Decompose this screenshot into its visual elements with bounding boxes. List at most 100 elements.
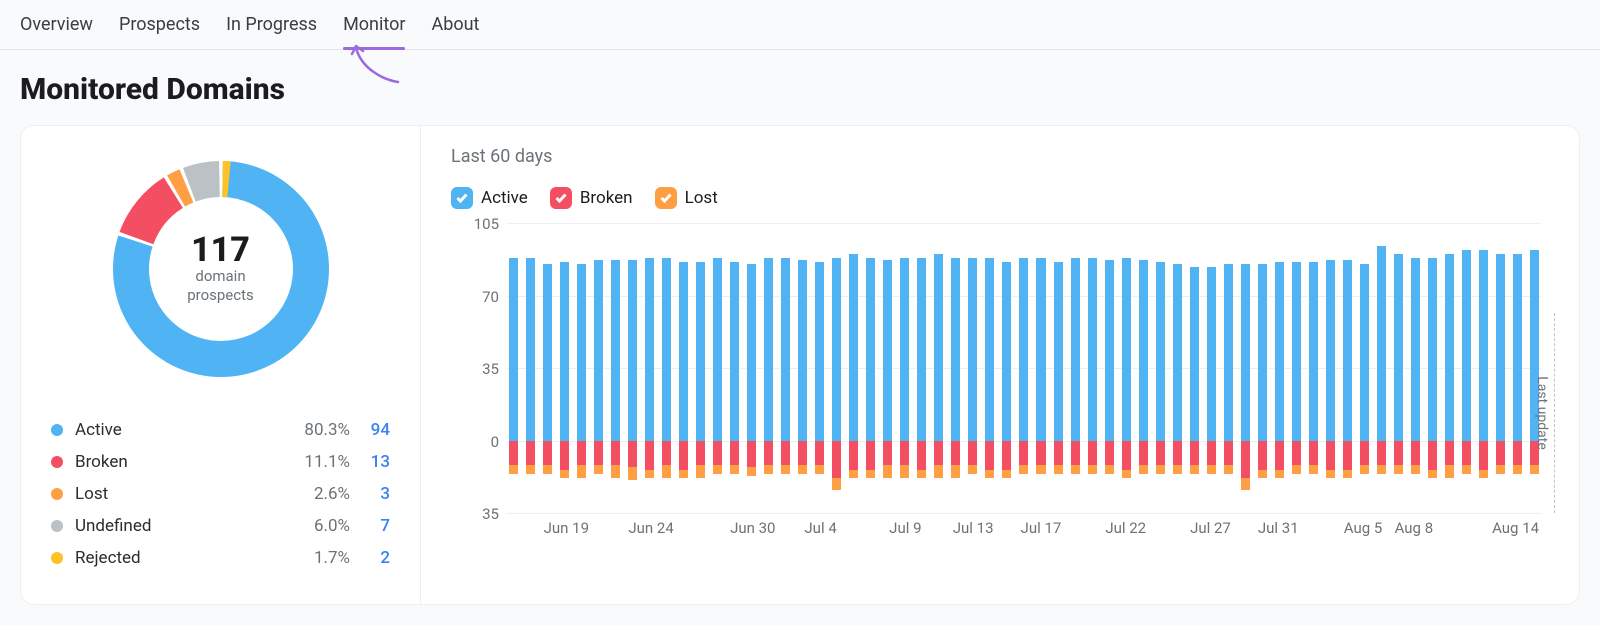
- bar-jul-13[interactable]: [983, 223, 996, 513]
- legend-row-broken[interactable]: Broken11.1%13: [51, 446, 390, 478]
- bar-jul-4[interactable]: [830, 223, 843, 513]
- bar-chart-panel: Last 60 days ActiveBrokenLost 1057035035…: [421, 126, 1579, 604]
- bar-aug-11[interactable]: [1477, 223, 1490, 513]
- bar-jul-12[interactable]: [966, 223, 979, 513]
- bar-jun-19[interactable]: [575, 223, 588, 513]
- bar-aug-9[interactable]: [1443, 223, 1456, 513]
- bar-jul-17[interactable]: [1052, 223, 1065, 513]
- bar-jul-24[interactable]: [1171, 223, 1184, 513]
- bar-jul-20[interactable]: [1103, 223, 1116, 513]
- bar-jul-23[interactable]: [1154, 223, 1167, 513]
- legend-dot-icon: [51, 552, 63, 564]
- bar-jul-15[interactable]: [1017, 223, 1030, 513]
- bar-seg-active: [1105, 260, 1114, 440]
- legend-pct: 11.1%: [280, 452, 350, 472]
- bar-jun-17[interactable]: [541, 223, 554, 513]
- bar-jul-7[interactable]: [881, 223, 894, 513]
- bar-jul-25[interactable]: [1188, 223, 1201, 513]
- bar-jul-30[interactable]: [1273, 223, 1286, 513]
- bar-jul-29[interactable]: [1256, 223, 1269, 513]
- bar-jul-6[interactable]: [864, 223, 877, 513]
- toggle-broken[interactable]: Broken: [550, 187, 633, 209]
- bar-jul-2[interactable]: [796, 223, 809, 513]
- bar-seg-active: [696, 262, 705, 440]
- legend-row-active[interactable]: Active80.3%94: [51, 414, 390, 446]
- bar-seg-active: [1394, 254, 1403, 440]
- bar-aug-4[interactable]: [1358, 223, 1371, 513]
- toggle-lost[interactable]: Lost: [655, 187, 718, 209]
- bar-seg-lost: [1002, 470, 1011, 478]
- tab-prospects[interactable]: Prospects: [119, 14, 200, 49]
- bar-aug-8[interactable]: [1426, 223, 1439, 513]
- bar-seg-broken: [1241, 441, 1250, 478]
- bar-seg-lost: [951, 465, 960, 477]
- bar-jul-3[interactable]: [813, 223, 826, 513]
- tab-about[interactable]: About: [431, 14, 479, 49]
- bar-jul-16[interactable]: [1034, 223, 1047, 513]
- bar-jun-22[interactable]: [626, 223, 639, 513]
- bar-jul-18[interactable]: [1069, 223, 1082, 513]
- bar-jul-1[interactable]: [779, 223, 792, 513]
- bar-jun-28[interactable]: [728, 223, 741, 513]
- bar-seg-active: [1326, 260, 1335, 440]
- bar-jul-10[interactable]: [932, 223, 945, 513]
- bar-jul-26[interactable]: [1205, 223, 1218, 513]
- bar-jun-18[interactable]: [558, 223, 571, 513]
- bar-seg-active: [713, 258, 722, 440]
- bar-jul-14[interactable]: [1000, 223, 1013, 513]
- tab-monitor[interactable]: Monitor: [343, 14, 405, 49]
- toggle-active[interactable]: Active: [451, 187, 528, 209]
- bar-aug-13[interactable]: [1511, 223, 1524, 513]
- bar-jun-20[interactable]: [592, 223, 605, 513]
- bar-seg-broken: [1275, 441, 1284, 470]
- bar-jul-21[interactable]: [1120, 223, 1133, 513]
- bar-jul-11[interactable]: [949, 223, 962, 513]
- bar-aug-14[interactable]: [1528, 223, 1541, 513]
- bar-jun-30[interactable]: [762, 223, 775, 513]
- bar-seg-lost: [509, 465, 518, 473]
- bar-seg-lost: [1054, 465, 1063, 473]
- bar-jun-26[interactable]: [694, 223, 707, 513]
- bar-aug-10[interactable]: [1460, 223, 1473, 513]
- bar-jul-27[interactable]: [1222, 223, 1235, 513]
- bar-jun-16[interactable]: [524, 223, 537, 513]
- bar-aug-12[interactable]: [1494, 223, 1507, 513]
- bar-aug-2[interactable]: [1324, 223, 1337, 513]
- bar-aug-5[interactable]: [1375, 223, 1388, 513]
- bar-jul-31[interactable]: [1290, 223, 1303, 513]
- bar-jun-25[interactable]: [677, 223, 690, 513]
- bar-jun-15[interactable]: [507, 223, 520, 513]
- bar-aug-3[interactable]: [1341, 223, 1354, 513]
- bar-jul-22[interactable]: [1137, 223, 1150, 513]
- bar-jun-21[interactable]: [609, 223, 622, 513]
- bar-seg-lost: [611, 465, 620, 477]
- bar-jun-29[interactable]: [745, 223, 758, 513]
- bar-jul-8[interactable]: [898, 223, 911, 513]
- bar-seg-active: [1088, 258, 1097, 440]
- bar-seg-active: [645, 258, 654, 440]
- tab-in-progress[interactable]: In Progress: [226, 14, 317, 49]
- bar-jun-23[interactable]: [643, 223, 656, 513]
- y-tick-label: 70: [451, 288, 499, 306]
- bar-jul-28[interactable]: [1239, 223, 1252, 513]
- bar-aug-7[interactable]: [1409, 223, 1422, 513]
- bar-jul-9[interactable]: [915, 223, 928, 513]
- bar-seg-active: [985, 258, 994, 440]
- toggle-label: Lost: [685, 188, 718, 208]
- legend-row-rejected[interactable]: Rejected1.7%2: [51, 542, 390, 574]
- legend-row-lost[interactable]: Lost2.6%3: [51, 478, 390, 510]
- bar-seg-active: [1139, 260, 1148, 440]
- legend-row-undefined[interactable]: Undefined6.0%7: [51, 510, 390, 542]
- bar-jul-19[interactable]: [1086, 223, 1099, 513]
- bar-seg-lost: [1071, 465, 1080, 473]
- bar-jun-27[interactable]: [711, 223, 724, 513]
- bar-seg-active: [968, 258, 977, 440]
- bar-aug-1[interactable]: [1307, 223, 1320, 513]
- bar-aug-6[interactable]: [1392, 223, 1405, 513]
- bar-jun-24[interactable]: [660, 223, 673, 513]
- bar-seg-broken: [1156, 441, 1165, 466]
- bar-seg-active: [832, 258, 841, 440]
- bar-jul-5[interactable]: [847, 223, 860, 513]
- bar-seg-active: [781, 258, 790, 440]
- tab-overview[interactable]: Overview: [20, 14, 93, 49]
